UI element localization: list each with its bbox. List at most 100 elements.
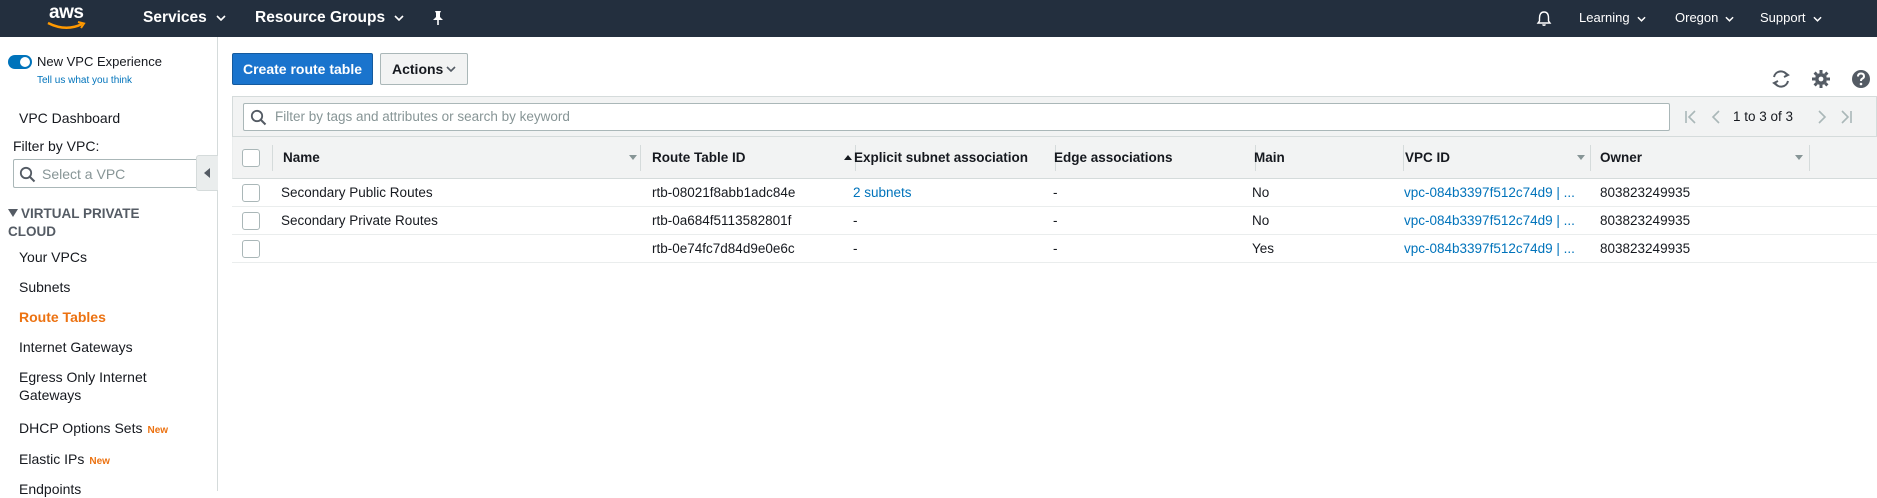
top-navigation-bar: aws Services Resource Groups Learning Or… [0,0,1877,37]
cell-vpc-id-link[interactable]: vpc-084b3397f512c74d9 | ... [1404,235,1581,263]
cell-edge-associations: - [1053,185,1058,200]
cell-main: No [1252,185,1270,200]
support-menu[interactable]: Support [1760,0,1822,37]
account-label: Learning [1579,10,1630,25]
first-page-icon[interactable] [1684,109,1698,125]
next-page-icon[interactable] [1816,109,1828,125]
region-menu[interactable]: Oregon [1675,0,1734,37]
caret-left-icon [204,168,210,178]
column-divider [272,145,273,171]
column-header-main[interactable]: Main [1254,137,1394,179]
sidebar-item-label: DHCP Options Sets [19,420,143,436]
filter-search-input[interactable]: Filter by tags and attributes or search … [243,103,1670,131]
row-checkbox[interactable] [242,212,260,230]
cell-name: Secondary Private Routes [281,213,438,228]
sidebar-item-label: Internet Gateways [19,339,133,355]
column-header-explicit-subnet-association[interactable]: Explicit subnet association [854,137,1044,179]
sidebar-item-your-vpcs[interactable]: Your VPCs [19,248,87,266]
actions-dropdown-button[interactable]: Actions [380,53,468,85]
column-header-vpc-id[interactable]: VPC ID [1405,137,1555,179]
sidebar-item-route-tables[interactable]: Route Tables [19,308,106,326]
cell-explicit-subnet: - [853,213,858,228]
chevron-down-icon [394,15,404,21]
chevron-down-icon [1812,16,1822,22]
account-menu[interactable]: Learning [1579,0,1646,37]
cell-route-table-id: rtb-0e74fc7d84d9e0e6c [652,241,795,256]
section-virtual-private-cloud[interactable]: VIRTUAL PRIVATE CLOUD [8,205,188,241]
services-menu[interactable]: Services [143,0,226,37]
column-header-route-table-id[interactable]: Route Table ID [652,137,812,179]
chevron-down-icon [446,66,456,72]
page-info: 1 to 3 of 3 [1733,109,1794,124]
sidebar-item-subnets[interactable]: Subnets [19,278,70,296]
cell-route-table-id: rtb-0a684f5113582801f [652,213,792,228]
table-row[interactable]: rtb-0e74fc7d84d9e0e6c - - Yes vpc-084b33… [232,235,1877,263]
aws-logo[interactable]: aws [44,2,92,34]
sidebar-item-internet-gateways[interactable]: Internet Gateways [19,338,133,356]
cell-main: Yes [1252,241,1275,256]
sort-caret-down-icon[interactable] [629,155,637,160]
new-badge: New [147,425,169,436]
new-vpc-experience-toggle[interactable] [8,55,32,69]
cell-main: No [1252,213,1270,228]
cell-explicit-subnet-link[interactable]: 2 subnets [853,179,1043,207]
cell-owner: 803823249935 [1600,213,1691,228]
vpc-filter-select[interactable]: Select a VPC [13,159,197,188]
table-header: Name Route Table ID Explicit subnet asso… [232,137,1877,179]
cell-vpc-id-link[interactable]: vpc-084b3397f512c74d9 | ... [1404,179,1581,207]
pin-button[interactable] [431,0,445,37]
table-row[interactable]: Secondary Public Routes rtb-08021f8abb1a… [232,179,1877,207]
sidebar-item-egress-only-internet-gateways[interactable]: Egress Only Internet Gateways [19,368,159,404]
sidebar: New VPC Experience Tell us what you thin… [0,37,218,497]
column-header-name[interactable]: Name [283,137,583,179]
sidebar-item-label: Endpoints [19,481,82,497]
previous-page-icon[interactable] [1710,109,1722,125]
cell-explicit-subnet: - [853,241,858,256]
sort-caret-down-icon[interactable] [1577,155,1585,160]
route-tables-table: Filter by tags and attributes or search … [232,96,1877,296]
sidebar-item-label: Route Tables [19,309,106,325]
cell-vpc-id-link[interactable]: vpc-084b3397f512c74d9 | ... [1404,207,1581,235]
column-header-edge-associations[interactable]: Edge associations [1054,137,1244,179]
support-label: Support [1760,10,1806,25]
notifications-button[interactable] [1536,0,1552,37]
collapse-sidebar-button[interactable] [196,155,218,191]
section-title: VIRTUAL PRIVATE CLOUD [8,206,140,239]
gear-icon[interactable] [1810,68,1832,90]
search-icon [250,109,267,126]
help-icon[interactable] [1850,68,1872,90]
create-route-table-button[interactable]: Create route table [232,53,373,85]
chevron-down-icon [216,15,226,21]
sidebar-item-endpoints[interactable]: Endpoints [19,480,81,498]
caret-down-icon [8,209,18,217]
table-row[interactable]: Secondary Private Routes rtb-0a684f51135… [232,207,1877,235]
vpc-filter-placeholder: Select a VPC [42,166,126,182]
actions-label: Actions [392,61,444,77]
feedback-link[interactable]: Tell us what you think [37,75,132,86]
sidebar-item-vpc-dashboard[interactable]: VPC Dashboard [19,109,120,127]
sort-caret-down-icon[interactable] [1795,155,1803,160]
column-divider [1403,145,1404,171]
cell-name: Secondary Public Routes [281,185,433,200]
resource-groups-menu[interactable]: Resource Groups [255,0,404,37]
column-divider [1809,145,1810,171]
aws-smile-icon [47,21,86,29]
last-page-icon[interactable] [1839,109,1853,125]
row-checkbox[interactable] [242,184,260,202]
cell-edge-associations: - [1053,213,1058,228]
chevron-down-icon [1725,16,1734,22]
row-checkbox[interactable] [242,240,260,258]
new-badge: New [89,456,110,467]
select-all-checkbox[interactable] [242,149,260,167]
cell-name [281,235,631,263]
filter-by-vpc-label: Filter by VPC: [13,138,100,154]
bell-icon [1536,11,1552,27]
cell-owner: 803823249935 [1600,185,1691,200]
sidebar-item-elastic-ips[interactable]: Elastic IPs New [19,450,110,471]
refresh-icon[interactable] [1770,68,1792,90]
toggle-label: New VPC Experience [37,54,162,69]
sidebar-item-dhcp-options-sets[interactable]: DHCP Options Sets New [19,419,168,440]
sort-caret-up-icon[interactable] [844,155,852,160]
column-header-owner[interactable]: Owner [1600,137,1750,179]
filter-bar: Filter by tags and attributes or search … [232,96,1877,137]
